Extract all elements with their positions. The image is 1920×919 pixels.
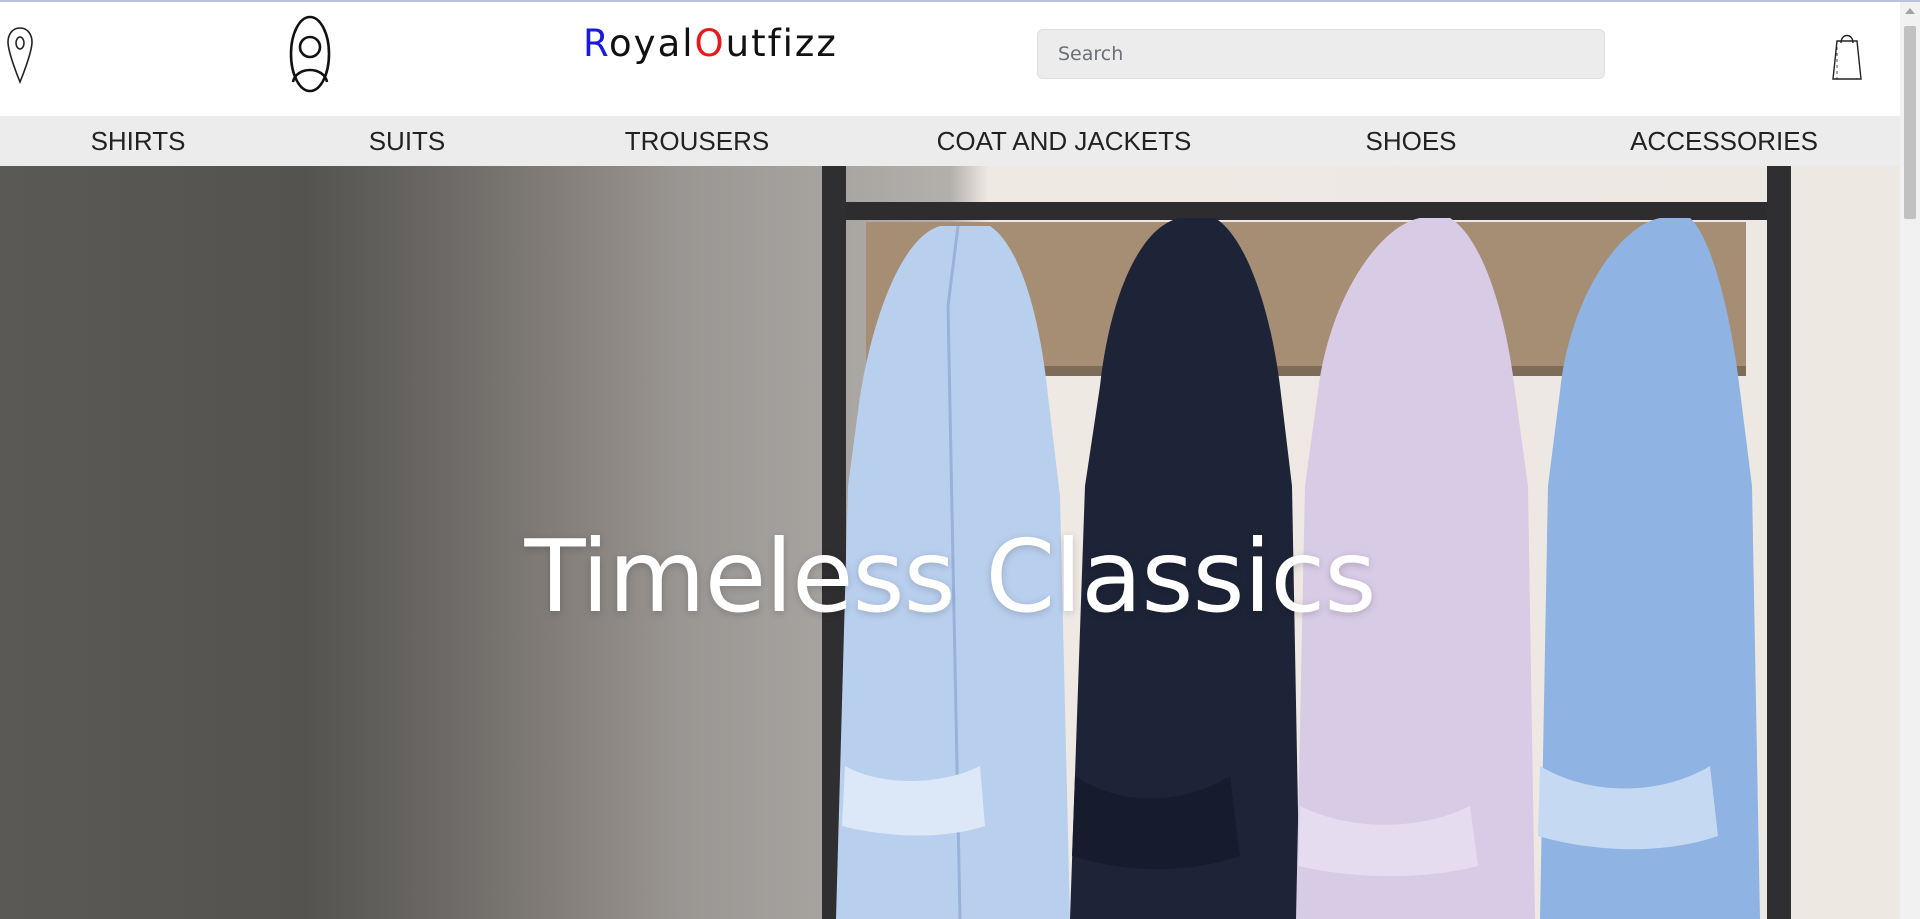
- scrollbar-thumb[interactable]: [1904, 26, 1916, 219]
- user-icon[interactable]: [288, 14, 332, 94]
- location-pin-icon[interactable]: [6, 26, 34, 84]
- brand-letter-o: O: [694, 22, 726, 65]
- brand-logo[interactable]: RoyalOutfizz: [583, 22, 838, 65]
- page-scrollbar[interactable]: [1900, 2, 1920, 919]
- hero-title: Timeless Classics: [524, 518, 1377, 635]
- search-input[interactable]: [1037, 29, 1605, 79]
- brand-text-part2: utfizz: [725, 22, 838, 65]
- category-nav: SHIRTS SUITS TROUSERS COAT AND JACKETS S…: [0, 116, 1900, 166]
- nav-item-suits[interactable]: SUITS: [369, 116, 446, 166]
- nav-item-shoes[interactable]: SHOES: [1365, 116, 1456, 166]
- nav-item-coat-and-jackets[interactable]: COAT AND JACKETS: [937, 116, 1192, 166]
- site-header: RoyalOutfizz: [0, 2, 1900, 116]
- nav-item-accessories[interactable]: ACCESSORIES: [1630, 116, 1818, 166]
- rack-top-bar: [846, 202, 1767, 220]
- shopping-bag-icon[interactable]: [1831, 27, 1863, 82]
- nav-item-shirts[interactable]: SHIRTS: [91, 116, 186, 166]
- brand-text-part1: oyal: [609, 22, 695, 65]
- hero-banner[interactable]: Timeless Classics: [0, 166, 1900, 919]
- scroll-up-arrow-icon[interactable]: [1905, 8, 1915, 14]
- brand-letter-r: R: [583, 22, 610, 65]
- nav-item-trousers[interactable]: TROUSERS: [625, 116, 769, 166]
